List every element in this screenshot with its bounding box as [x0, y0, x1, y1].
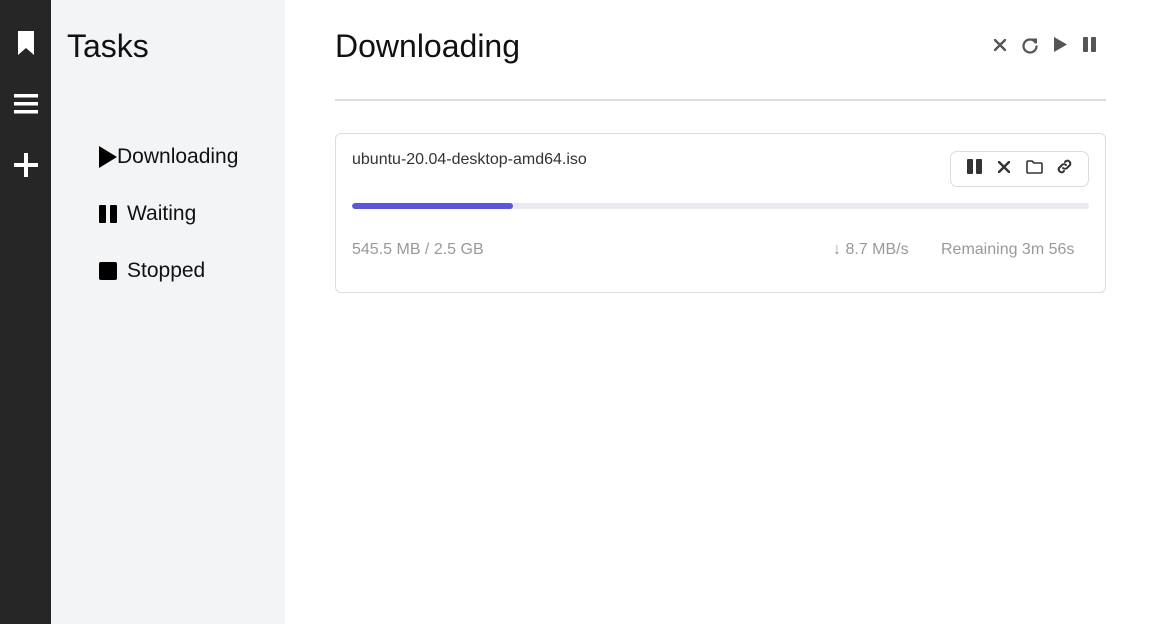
sidebar-item-downloading[interactable]: Downloading [99, 142, 238, 172]
time-remaining: Remaining 3m 56s [941, 241, 1075, 258]
remove-all-button[interactable] [985, 35, 1015, 59]
sidebar: Tasks Downloading Waiting Stopped [51, 0, 285, 624]
pause-icon [966, 159, 982, 179]
icon-rail [0, 0, 51, 624]
main-panel: Downloading ubuntu-20.04-desktop-amd64.i… [285, 0, 1155, 624]
sidebar-item-label: Stopped [127, 259, 206, 282]
pause-icon [99, 205, 118, 223]
link-icon [1056, 158, 1073, 180]
pause-all-button[interactable] [1075, 35, 1105, 59]
toolbar [985, 35, 1105, 59]
sidebar-title: Tasks [67, 28, 149, 64]
task-size: 545.5 MB / 2.5 GB [352, 241, 484, 258]
progress-bar [352, 203, 1089, 209]
menu-icon [13, 94, 38, 114]
download-speed: ↓ 8.7 MB/s [833, 241, 909, 258]
folder-icon [1026, 159, 1043, 179]
play-icon [1053, 36, 1068, 58]
task-name: ubuntu-20.04-desktop-amd64.iso [352, 151, 587, 168]
refresh-button[interactable] [1015, 35, 1045, 59]
progress-fill [352, 203, 513, 209]
add-task-button[interactable] [0, 145, 51, 185]
task-actions [950, 151, 1089, 187]
play-icon [99, 146, 117, 168]
header-divider [335, 99, 1106, 101]
sidebar-item-label: Waiting [127, 202, 197, 225]
copy-link-button[interactable] [1052, 156, 1078, 182]
sidebar-item-label: Downloading [117, 145, 239, 168]
open-folder-button[interactable] [1022, 156, 1048, 182]
menu-button[interactable] [0, 84, 51, 124]
page-title: Downloading [335, 28, 521, 64]
resume-all-button[interactable] [1045, 35, 1075, 59]
stop-icon [99, 262, 118, 280]
bookmark-button[interactable] [0, 23, 51, 63]
close-icon [998, 160, 1011, 178]
pause-task-button[interactable] [961, 156, 987, 182]
task-card[interactable]: ubuntu-20.04-desktop-amd64.iso 545.5 MB … [335, 133, 1106, 293]
refresh-icon [1021, 36, 1039, 59]
remove-task-button[interactable] [991, 156, 1017, 182]
plus-icon [13, 153, 38, 177]
sidebar-item-stopped[interactable]: Stopped [99, 256, 205, 286]
close-icon [993, 38, 1007, 56]
sidebar-item-waiting[interactable]: Waiting [99, 199, 196, 229]
pause-icon [1083, 37, 1097, 57]
app-window: Tasks Downloading Waiting Stopped Downlo… [0, 0, 1155, 624]
bookmark-icon [16, 30, 36, 56]
